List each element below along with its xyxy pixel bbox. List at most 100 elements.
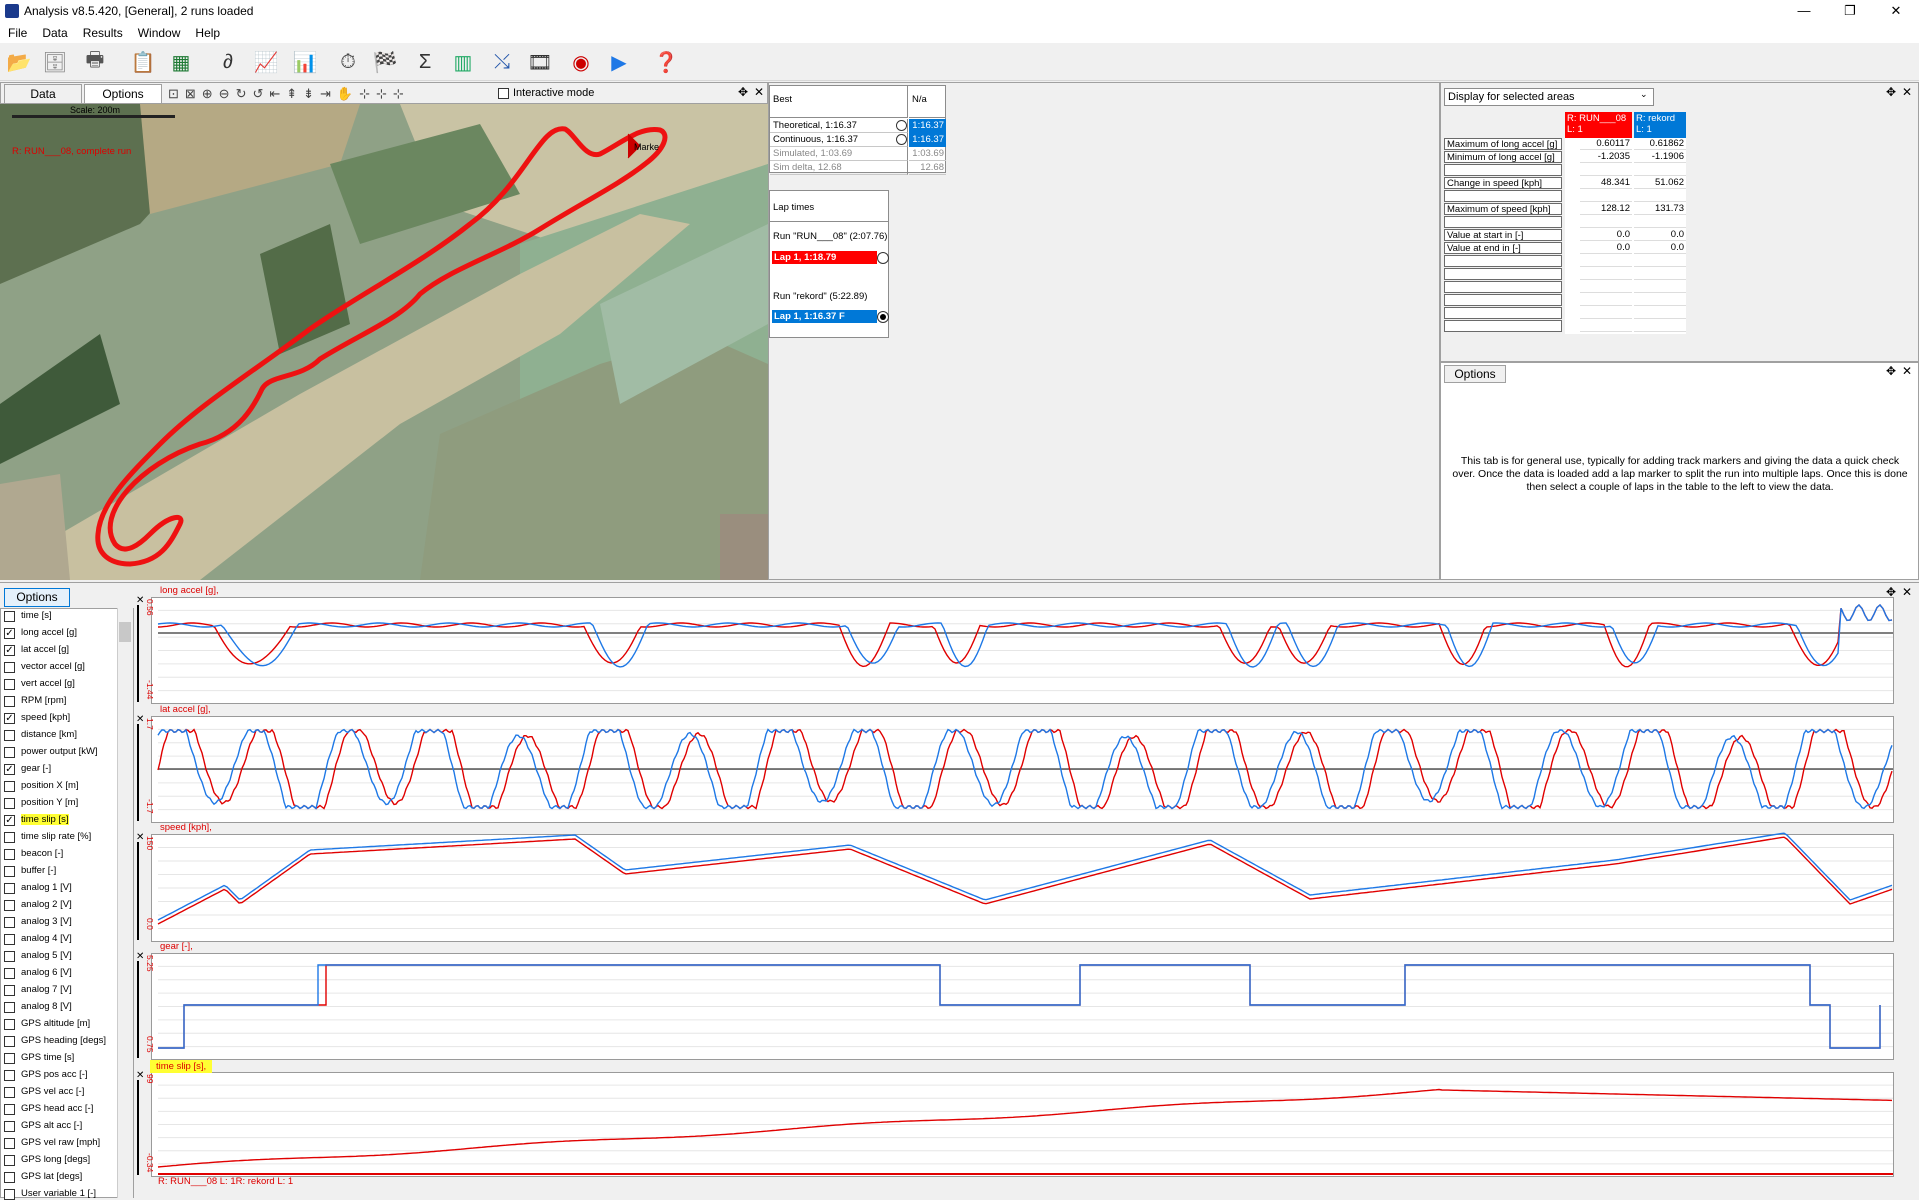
channel-checkbox[interactable] [4, 951, 15, 962]
channel-checkbox[interactable] [4, 1138, 15, 1149]
channel-label[interactable]: GPS altitude [m] [21, 1018, 90, 1029]
channel-label[interactable]: time slip rate [%] [21, 831, 91, 842]
channel-checkbox[interactable] [4, 781, 15, 792]
menu-window[interactable]: Window [130, 24, 188, 40]
xy-plot-icon[interactable]: ⤯ [487, 47, 517, 77]
channel-checkbox[interactable] [4, 1070, 15, 1081]
histogram-icon[interactable]: ▥ [448, 47, 478, 77]
close-stats-panel-icon[interactable]: ✕ [1902, 85, 1912, 99]
channel-label[interactable]: analog 6 [V] [21, 967, 72, 978]
channel-checkbox[interactable]: ✓ [4, 645, 15, 656]
run2-lap-radio[interactable] [877, 311, 889, 323]
display-dropdown[interactable]: Display for selected areas [1444, 88, 1654, 106]
graph-cursor-bar[interactable] [137, 605, 139, 702]
stopwatch-icon[interactable]: ⏱ [333, 47, 363, 77]
channel-label[interactable]: analog 5 [V] [21, 950, 72, 961]
interactive-mode-checkbox[interactable] [498, 88, 509, 99]
channel-label[interactable]: GPS alt acc [-] [21, 1120, 82, 1131]
channel-label[interactable]: buffer [-] [21, 865, 56, 876]
close-panel-icon[interactable]: ✕ [754, 85, 764, 99]
graph-panel[interactable] [151, 834, 1894, 942]
map-tool-icons[interactable]: ⊡⊠⊕⊖↻↺⇤⇞⇟⇥✋⊹⊹⊹ [168, 86, 410, 102]
channel-checkbox[interactable] [4, 1002, 15, 1013]
channel-label[interactable]: gear [-] [21, 763, 51, 774]
channel-label[interactable]: analog 8 [V] [21, 1001, 72, 1012]
play-icon[interactable]: ▶ [604, 47, 634, 77]
channel-label[interactable]: analog 4 [V] [21, 933, 72, 944]
filmstrip-icon[interactable]: 🎞 [525, 47, 555, 77]
channel-label[interactable]: GPS pos acc [-] [21, 1069, 88, 1080]
close-graph-panel-icon[interactable]: ✕ [1902, 585, 1912, 599]
channel-checkbox[interactable] [4, 1155, 15, 1166]
channel-checkbox[interactable] [4, 611, 15, 622]
clipboard-icon[interactable]: 📋 [128, 47, 158, 77]
menu-results[interactable]: Results [75, 24, 130, 40]
channel-checkbox[interactable] [4, 662, 15, 673]
best-row-radio[interactable] [896, 134, 907, 145]
move-stats-panel-icon[interactable]: ✥ [1886, 85, 1896, 99]
channel-checkbox[interactable] [4, 696, 15, 707]
database-icon[interactable]: 🗄 [40, 47, 70, 77]
channel-checkbox[interactable] [4, 849, 15, 860]
channel-checkbox[interactable] [4, 747, 15, 758]
move-info-panel-icon[interactable]: ✥ [1886, 364, 1896, 378]
tab-options[interactable]: Options [84, 84, 162, 104]
graph-cursor-bar[interactable] [137, 724, 139, 821]
channel-checkbox[interactable] [4, 985, 15, 996]
channel-checkbox[interactable] [4, 968, 15, 979]
channel-label[interactable]: position X [m] [21, 780, 79, 791]
menu-help[interactable]: Help [187, 24, 227, 40]
bar-chart-icon[interactable]: 📊 [290, 47, 320, 77]
channel-checkbox[interactable] [4, 798, 15, 809]
channel-checkbox[interactable]: ✓ [4, 713, 15, 724]
menu-data[interactable]: Data [34, 24, 74, 40]
channel-checkbox[interactable] [4, 1036, 15, 1047]
close-info-panel-icon[interactable]: ✕ [1902, 364, 1912, 378]
channel-label[interactable]: time [s] [21, 610, 52, 621]
open-folder-icon[interactable]: 📂 [4, 47, 34, 77]
channel-checkbox[interactable] [4, 866, 15, 877]
checkered-flag-icon[interactable]: 🏁 [370, 47, 400, 77]
channel-label[interactable]: distance [km] [21, 729, 77, 740]
channel-checkbox[interactable] [4, 832, 15, 843]
graph-cursor-bar[interactable] [137, 1080, 139, 1175]
channel-checkbox[interactable] [4, 1104, 15, 1115]
sigma-squared-icon[interactable]: Σ [410, 47, 440, 77]
channel-checkbox[interactable]: ✓ [4, 764, 15, 775]
channel-label[interactable]: power output [kW] [21, 746, 98, 757]
channel-checkbox[interactable] [4, 1053, 15, 1064]
channel-label[interactable]: analog 7 [V] [21, 984, 72, 995]
channel-checkbox[interactable] [4, 679, 15, 690]
help-icon[interactable]: ❓ [651, 47, 681, 77]
channel-label[interactable]: lat accel [g] [21, 644, 69, 655]
channel-label[interactable]: vector accel [g] [21, 661, 85, 672]
channel-checkbox[interactable] [4, 1019, 15, 1030]
track-shape-icon[interactable]: ∂ [213, 47, 243, 77]
channel-checkbox[interactable] [4, 917, 15, 928]
channel-label[interactable]: GPS vel raw [mph] [21, 1137, 100, 1148]
restore-button[interactable]: ❐ [1827, 0, 1873, 22]
channel-label[interactable]: GPS heading [degs] [21, 1035, 106, 1046]
graph-cursor-bar[interactable] [137, 961, 139, 1058]
best-row-radio[interactable] [896, 120, 907, 131]
gauge-icon[interactable]: ◉ [566, 47, 596, 77]
print-icon[interactable]: 🖶 [80, 47, 110, 77]
run1-lap-row[interactable]: Lap 1, 1:18.79 [772, 251, 877, 264]
channels-options-button[interactable]: Options [4, 588, 70, 607]
channel-label[interactable]: RPM [rpm] [21, 695, 66, 706]
channel-checkbox[interactable] [4, 883, 15, 894]
excel-export-icon[interactable]: ▦ [166, 47, 196, 77]
channel-label[interactable]: analog 1 [V] [21, 882, 72, 893]
close-button[interactable]: ✕ [1873, 0, 1919, 22]
channel-label[interactable]: GPS lat [degs] [21, 1171, 82, 1182]
channel-checkbox[interactable] [4, 900, 15, 911]
channel-label[interactable]: GPS long [degs] [21, 1154, 90, 1165]
channel-checkbox[interactable] [4, 1172, 15, 1183]
graph-panel[interactable] [151, 1072, 1894, 1177]
channel-checkbox[interactable] [4, 730, 15, 741]
channel-label[interactable]: long accel [g] [21, 627, 77, 638]
run1-lap-radio[interactable] [877, 252, 889, 264]
channel-label[interactable]: GPS head acc [-] [21, 1103, 93, 1114]
channel-checkbox[interactable] [4, 1087, 15, 1098]
channel-label[interactable]: vert accel [g] [21, 678, 75, 689]
